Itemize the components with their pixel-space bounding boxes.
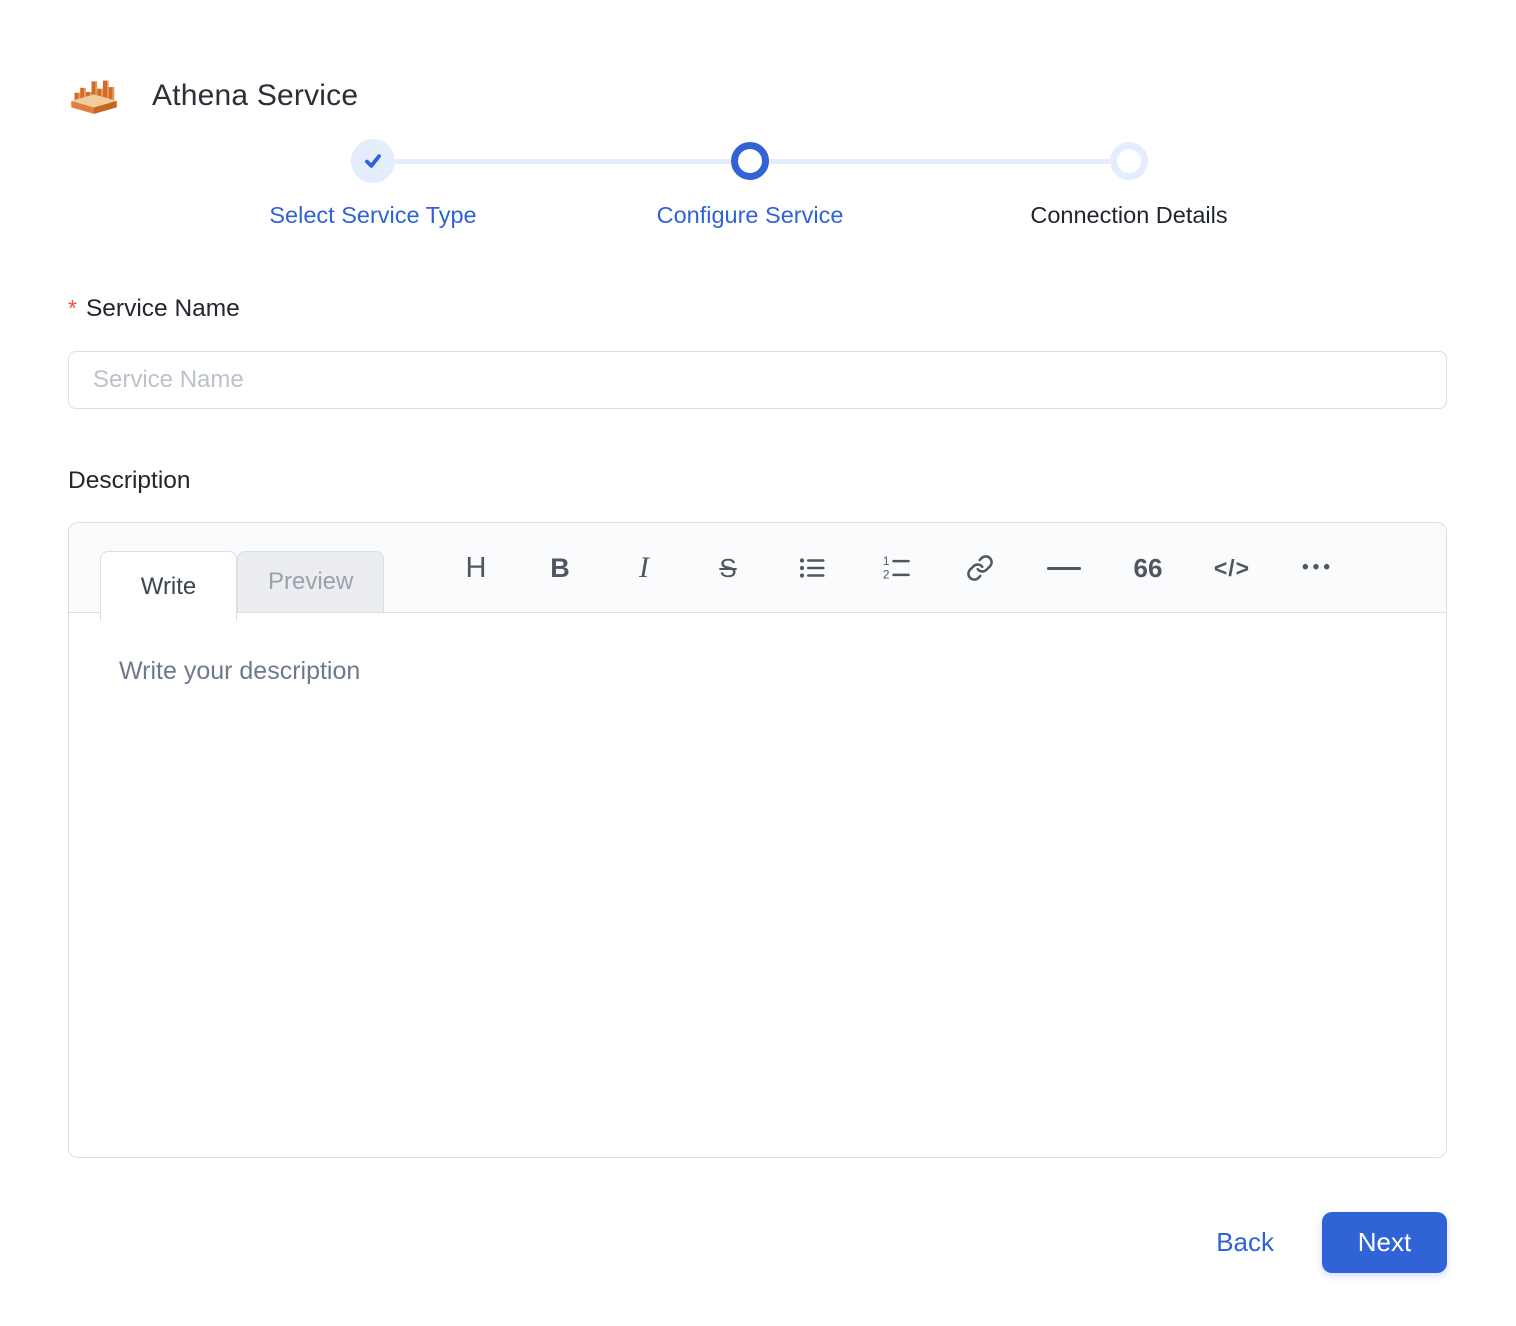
editor-header: Write Preview H B I S 1 2 66 </> •••	[69, 523, 1446, 621]
back-button[interactable]: Back	[1216, 1227, 1274, 1258]
page-header: Athena Service	[68, 0, 1447, 122]
bold-icon[interactable]: B	[540, 546, 580, 590]
editor-toolbar: H B I S 1 2 66 </> •••	[456, 523, 1336, 613]
page-title: Athena Service	[152, 79, 359, 112]
step-select-service-type-indicator[interactable]	[351, 139, 395, 183]
service-name-label: Service Name	[85, 295, 240, 322]
wizard-stepper: Select Service Type Configure Service Co…	[68, 139, 1447, 262]
step-connection-details-indicator[interactable]	[1110, 142, 1148, 180]
step-label-select-service-type[interactable]: Select Service Type	[269, 202, 476, 229]
athena-service-logo-icon	[71, 80, 117, 114]
configure-service-page: Athena Service Select Service Type Confi…	[0, 0, 1516, 1273]
numbered-list-icon[interactable]: 1 2	[876, 546, 916, 590]
step-configure-service-indicator[interactable]	[731, 142, 769, 180]
description-textarea[interactable]	[69, 613, 1446, 1157]
editor-body	[69, 613, 1446, 1157]
service-name-input[interactable]	[68, 351, 1447, 409]
next-button[interactable]: Next	[1322, 1212, 1447, 1273]
step-label-configure-service[interactable]: Configure Service	[657, 202, 844, 229]
service-name-label-row: * Service Name	[68, 295, 1447, 323]
required-marker: *	[68, 295, 77, 321]
quote-icon[interactable]: 66	[1128, 546, 1168, 590]
description-label: Description	[68, 467, 191, 494]
code-icon[interactable]: </>	[1212, 546, 1252, 590]
step-label-connection-details[interactable]: Connection Details	[1030, 202, 1227, 229]
link-icon[interactable]	[960, 546, 1000, 590]
stepper-connector-1	[373, 159, 750, 164]
wizard-footer: Back Next	[68, 1212, 1447, 1273]
svg-text:2: 2	[883, 568, 890, 582]
stepper-connector-2	[750, 159, 1129, 164]
more-options-icon[interactable]: •••	[1296, 546, 1336, 590]
tab-preview[interactable]: Preview	[237, 551, 385, 613]
description-editor: Write Preview H B I S 1 2 66 </> ••• Wri…	[68, 522, 1447, 1158]
svg-text:1: 1	[883, 554, 890, 568]
heading-icon[interactable]: H	[456, 546, 496, 590]
bulleted-list-icon[interactable]	[792, 546, 832, 590]
italic-icon[interactable]: I	[624, 546, 664, 590]
check-icon	[365, 154, 381, 168]
tab-write[interactable]: Write	[100, 551, 237, 621]
horizontal-rule-icon[interactable]	[1044, 546, 1084, 590]
strikethrough-icon[interactable]: S	[708, 546, 748, 590]
